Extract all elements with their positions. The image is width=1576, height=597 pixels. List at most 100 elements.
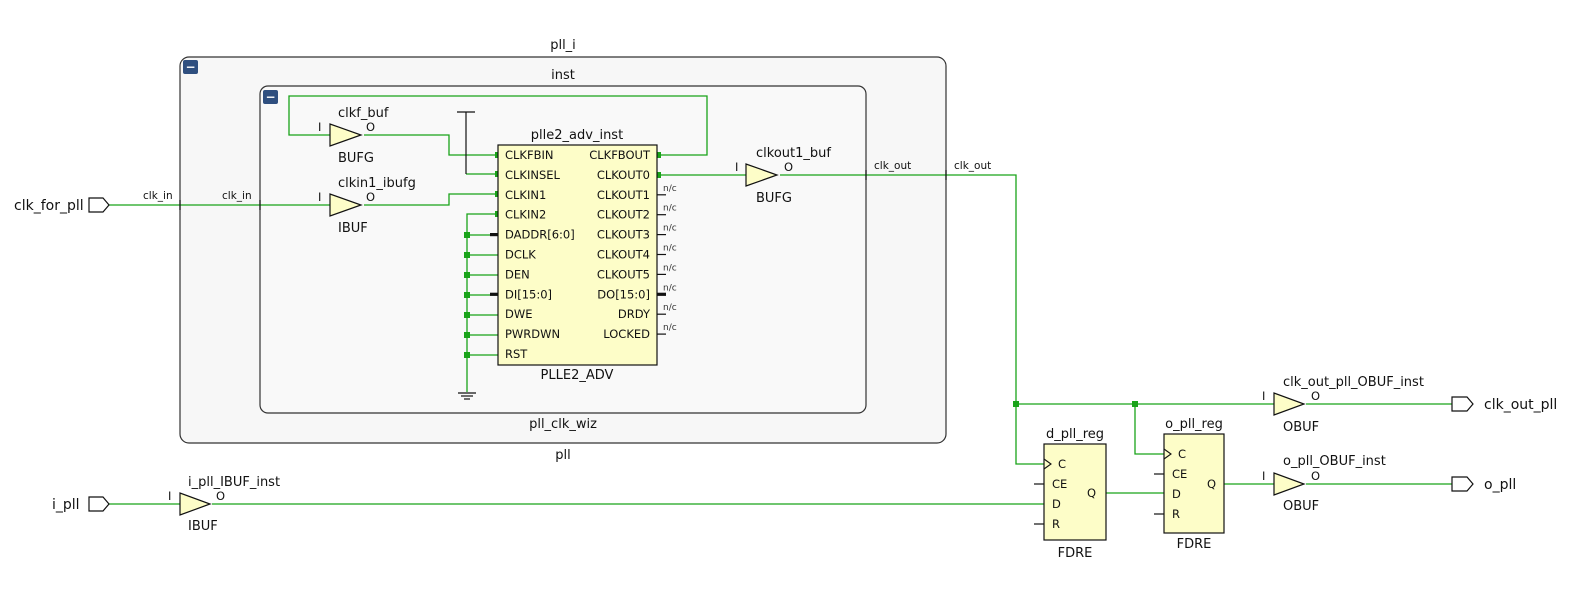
- pll-output-pin-label: CLKOUT3: [597, 228, 650, 242]
- port-o-pll[interactable]: o_pll: [1451, 476, 1516, 493]
- cell-instance-label: plle2_adv_inst: [531, 128, 623, 143]
- pll-input-pin-label: DI[15:0]: [505, 287, 552, 301]
- hier-clk-wiz-module-label: pll_clk_wiz: [529, 417, 597, 432]
- pll-output-pin-label: CLKOUT5: [597, 267, 650, 281]
- collapse-outer-glyph: −: [185, 60, 195, 74]
- input-port-icon[interactable]: [88, 496, 110, 512]
- svg-text:O: O: [1311, 389, 1320, 403]
- port-label: clk_out_pll: [1484, 397, 1557, 413]
- svg-text:Q: Q: [1087, 486, 1096, 500]
- pll-output-pin-label: LOCKED: [603, 327, 650, 341]
- port-label: i_pll: [52, 497, 80, 513]
- svg-text:I: I: [168, 489, 171, 503]
- cell-instance-label: clkf_buf: [338, 106, 389, 121]
- svg-text:CE: CE: [1052, 477, 1067, 491]
- no-connect-label: n/c: [663, 323, 677, 333]
- cell-type-label: IBUF: [188, 519, 218, 534]
- svg-text:D: D: [1052, 497, 1061, 511]
- pll-output-pin-label: DO[15:0]: [597, 287, 650, 301]
- buffer-triangle-icon[interactable]: [179, 492, 212, 516]
- buffer-triangle-icon[interactable]: [1273, 472, 1306, 496]
- svg-text:I: I: [1262, 389, 1265, 403]
- pll-output-pin-label: CLKOUT2: [597, 208, 650, 222]
- svg-text:C: C: [1178, 447, 1186, 461]
- net-label-clk-in-inner: clk_in: [222, 190, 252, 202]
- cell-type-label: BUFG: [756, 191, 792, 206]
- collapse-inner-glyph: −: [265, 90, 275, 104]
- svg-text:O: O: [784, 160, 793, 174]
- port-label: o_pll: [1484, 477, 1516, 493]
- no-connect-label: n/c: [663, 303, 677, 313]
- hier-pll-module-label: pll: [555, 448, 570, 463]
- pll-input-pin-label: DEN: [505, 267, 530, 281]
- svg-text:C: C: [1058, 457, 1066, 471]
- port-clk-for-pll[interactable]: clk_for_pll: [14, 197, 110, 214]
- pll-input-pin-label: CLKIN2: [505, 208, 546, 222]
- cell-type-label: FDRE: [1177, 537, 1212, 552]
- no-connect-label: n/c: [663, 283, 677, 293]
- svg-text:D: D: [1172, 487, 1181, 501]
- output-port-icon[interactable]: [1451, 396, 1474, 412]
- svg-text:O: O: [1311, 469, 1320, 483]
- collapse-outer-button[interactable]: −: [183, 60, 198, 74]
- port-clk-out-pll[interactable]: clk_out_pll: [1451, 396, 1557, 413]
- svg-text:I: I: [318, 120, 321, 134]
- svg-text:O: O: [216, 489, 225, 503]
- pll-input-pin-label: CLKIN1: [505, 188, 546, 202]
- buffer-triangle-icon[interactable]: [1273, 392, 1306, 416]
- output-port-icon[interactable]: [1451, 476, 1474, 492]
- cell-instance-label: clk_out_pll_OBUF_inst: [1283, 375, 1424, 390]
- cell-instance-label: clkin1_ibufg: [338, 176, 416, 191]
- cell-plle2-adv[interactable]: plle2_adv_inst PLLE2_ADV CLKFBIN CLKINSEL…: [490, 128, 677, 383]
- no-connect-label: n/c: [663, 263, 677, 273]
- hier-clk-wiz-instance-label: inst: [551, 68, 575, 83]
- net-label-clk-out-outer: clk_out: [954, 160, 991, 172]
- pll-input-pin-label: DWE: [505, 307, 533, 321]
- svg-text:O: O: [366, 120, 375, 134]
- cell-instance-label: o_pll_reg: [1165, 417, 1223, 432]
- svg-text:I: I: [1262, 469, 1265, 483]
- pll-output-pin-label: CLKOUT4: [597, 248, 650, 262]
- cell-instance-label: o_pll_OBUF_inst: [1283, 454, 1386, 469]
- pll-output-pin-label: CLKFBOUT: [589, 148, 651, 162]
- svg-text:R: R: [1052, 517, 1060, 531]
- cell-d-pll-reg[interactable]: d_pll_reg FDRE C CE D R Q: [1034, 427, 1107, 561]
- pll-input-pin-label: CLKINSEL: [505, 168, 561, 182]
- svg-text:I: I: [735, 160, 738, 174]
- pll-output-pin-label: CLKOUT1: [597, 188, 650, 202]
- cell-type-label: IBUF: [338, 221, 368, 236]
- port-label: clk_for_pll: [14, 198, 84, 214]
- cell-clk-out-pll-obuf[interactable]: clk_out_pll_OBUF_inst OBUF I O: [1262, 375, 1424, 435]
- pll-input-pin-label: DADDR[6:0]: [505, 228, 575, 242]
- hier-pll-instance-label: pll_i: [550, 38, 576, 53]
- cell-type-label: OBUF: [1283, 499, 1319, 514]
- cell-type-label: FDRE: [1058, 546, 1093, 561]
- schematic-canvas: pll_i pll − inst pll_clk_wiz − clk_in cl…: [14, 38, 1557, 561]
- svg-text:I: I: [318, 190, 321, 204]
- no-connect-label: n/c: [663, 224, 677, 234]
- no-connect-label: n/c: [663, 204, 677, 214]
- no-connect-label: n/c: [663, 184, 677, 194]
- collapse-inner-button[interactable]: −: [263, 90, 278, 104]
- net-label-clk-out-inner: clk_out: [874, 160, 911, 172]
- svg-text:CE: CE: [1172, 467, 1187, 481]
- svg-text:O: O: [366, 190, 375, 204]
- pll-output-pin-label: DRDY: [618, 307, 651, 321]
- net-label-clk-in-outer: clk_in: [143, 190, 173, 202]
- cell-type-label: OBUF: [1283, 420, 1319, 435]
- input-port-icon[interactable]: [88, 197, 110, 213]
- cell-instance-label: clkout1_buf: [756, 146, 831, 161]
- pll-output-pin-label: CLKOUT0: [597, 168, 650, 182]
- cell-type-label: BUFG: [338, 151, 374, 166]
- port-i-pll[interactable]: i_pll: [52, 496, 110, 513]
- cell-o-pll-reg[interactable]: o_pll_reg FDRE C CE D R Q: [1154, 417, 1225, 552]
- no-connect-label: n/c: [663, 244, 677, 254]
- cell-instance-label: i_pll_IBUF_inst: [188, 475, 280, 490]
- pll-input-pin-label: RST: [505, 347, 528, 361]
- pll-input-pin-label: CLKFBIN: [505, 148, 553, 162]
- pll-input-pin-label: DCLK: [505, 248, 536, 262]
- cell-type-label: PLLE2_ADV: [541, 368, 614, 383]
- svg-text:Q: Q: [1207, 477, 1216, 491]
- pll-input-pin-label: PWRDWN: [505, 327, 560, 341]
- svg-text:R: R: [1172, 507, 1180, 521]
